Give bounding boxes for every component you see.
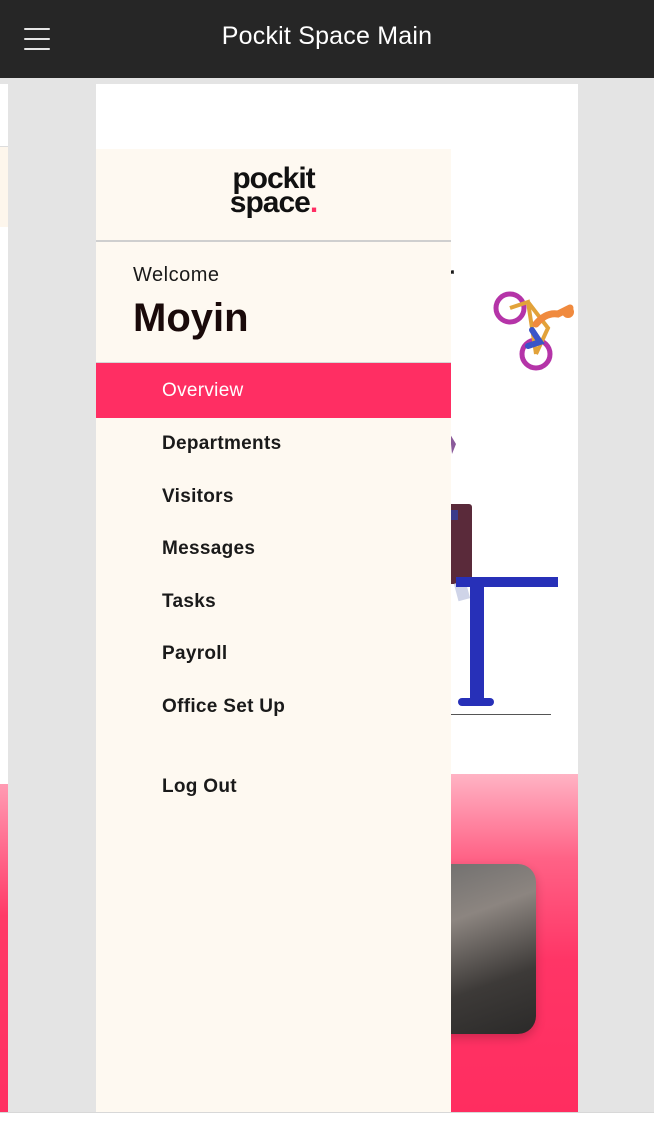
navigation-drawer: pockit space. Welcome Moyin Overview Dep… [96,149,451,1112]
drawer-logo: pockit space. [96,149,451,242]
page-title: Pockit Space Main [221,22,433,50]
menu-item-messages[interactable]: Messages [96,523,451,576]
menu-item-tasks[interactable]: Tasks [96,576,451,629]
pockit-space-logo: pockit space. [229,162,318,219]
welcome-label: Welcome [133,264,220,286]
menu-item-visitors[interactable]: Visitors [96,471,451,524]
menu-item-log-out[interactable]: Log Out [96,761,451,814]
desk-illustration [446,434,558,706]
user-name: Moyin [133,296,249,340]
menu-item-overview[interactable]: Overview [96,363,451,418]
bottom-edge [0,1112,654,1134]
menu-item-office-set-up[interactable]: Office Set Up [96,681,451,734]
menu-item-departments[interactable]: Departments [96,418,451,471]
illustration-ground-line [451,714,551,715]
app-header: Pockit Space Main [0,0,654,78]
drawer-menu: Overview Departments Visitors Messages T… [96,363,451,814]
user-greeting: Welcome Moyin [96,242,451,363]
cyclist-illustration [493,291,574,371]
menu-item-payroll[interactable]: Payroll [96,628,451,681]
previous-card [0,84,8,1112]
